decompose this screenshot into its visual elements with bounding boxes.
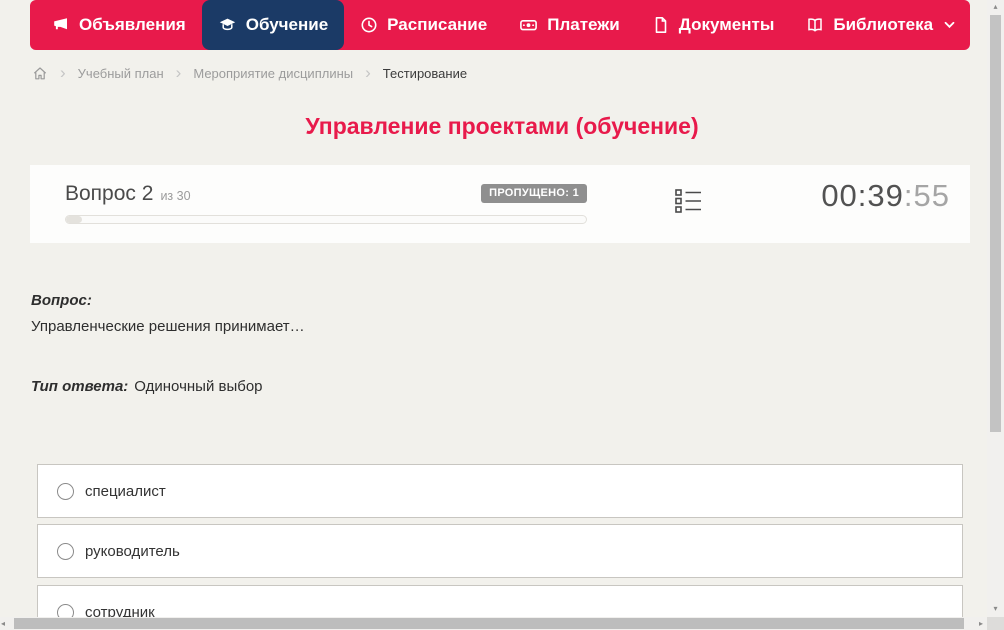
page-title: Управление проектами (обучение) (305, 113, 699, 139)
banknote-icon (519, 16, 538, 34)
answer-type-line: Тип ответа: Одиночный выбор (31, 378, 263, 395)
scroll-left-icon[interactable]: ◂ (1, 617, 5, 630)
breadcrumb-separator-icon: › (175, 62, 182, 82)
nav-item-learning[interactable]: Обучение (201, 0, 345, 50)
nav-item-schedule[interactable]: Расписание (344, 0, 503, 50)
breadcrumb-item-current: Тестирование (382, 65, 468, 81)
nav-item-label: Платежи (547, 15, 620, 34)
horizontal-scrollbar-thumb[interactable] (14, 618, 964, 629)
nav-item-documents[interactable]: Документы (636, 0, 791, 50)
breadcrumb-item-curriculum[interactable]: Учебный план (78, 66, 164, 81)
scroll-down-icon[interactable]: ▾ (987, 604, 1004, 613)
breadcrumb: › Учебный план › Мероприятие дисциплины … (32, 62, 467, 84)
quiz-header-panel: Вопрос 2 из 30 ПРОПУЩЕНО: 1 00:39:55 (30, 165, 970, 243)
nav-item-label: Документы (678, 15, 775, 34)
nav-item-label: Объявления (79, 15, 186, 34)
clock-icon (360, 16, 378, 34)
page: Объявления Обучение Расписание Платежи Д… (0, 0, 1004, 630)
skipped-badge: ПРОПУЩЕНО: 1 (481, 184, 587, 203)
timer: 00:39:55 (821, 178, 950, 214)
scroll-up-icon[interactable]: ▴ (987, 2, 1004, 11)
question-total: из 30 (160, 189, 191, 203)
question-heading: Вопрос: (31, 292, 92, 309)
nav-item-payments[interactable]: Платежи (503, 0, 636, 50)
option-label: специалист (85, 482, 166, 500)
answer-type-label: Тип ответа: (31, 378, 129, 395)
breadcrumb-separator-icon: › (60, 62, 66, 82)
graduation-cap-icon (218, 16, 237, 34)
top-navigation: Объявления Обучение Расписание Платежи Д… (30, 0, 970, 50)
document-icon (652, 16, 670, 34)
home-icon[interactable] (32, 65, 48, 82)
vertical-scrollbar-thumb[interactable] (990, 15, 1001, 432)
answer-option-specialist[interactable]: специалист (37, 464, 963, 518)
answer-type-value: Одиночный выбор (134, 378, 263, 395)
book-icon (806, 16, 824, 34)
scroll-right-icon[interactable]: ▸ (979, 617, 983, 630)
question-text: Управленческие решения принимает… (31, 318, 305, 335)
radio-button[interactable] (57, 482, 74, 500)
nav-item-label: Библиотека (833, 15, 934, 34)
vertical-scrollbar[interactable]: ▴ ▾ (987, 0, 1004, 630)
option-label: руководитель (85, 542, 180, 560)
nav-item-label: Обучение (245, 15, 329, 34)
timer-minutes: 00:39 (821, 178, 904, 213)
timer-seconds: :55 (903, 178, 950, 213)
breadcrumb-separator-icon: › (365, 62, 371, 82)
question-number: Вопрос 2 (65, 182, 154, 205)
progress-bar (65, 215, 587, 224)
megaphone-icon (52, 16, 70, 34)
scrollbar-corner (987, 617, 1004, 630)
nav-item-announcements[interactable]: Объявления (36, 0, 202, 50)
nav-item-label: Расписание (387, 15, 488, 34)
radio-button[interactable] (57, 542, 74, 560)
chevron-down-icon (944, 21, 955, 29)
question-progress-group: Вопрос 2 из 30 ПРОПУЩЕНО: 1 (65, 182, 587, 224)
progress-fill (66, 216, 82, 223)
horizontal-scrollbar[interactable]: ◂ ▸ (0, 617, 987, 630)
nav-item-library[interactable]: Библиотека (790, 0, 971, 50)
question-list-icon[interactable] (675, 189, 702, 218)
breadcrumb-item-discipline-event[interactable]: Мероприятие дисциплины (193, 66, 353, 81)
answer-option-manager[interactable]: руководитель (37, 524, 963, 578)
